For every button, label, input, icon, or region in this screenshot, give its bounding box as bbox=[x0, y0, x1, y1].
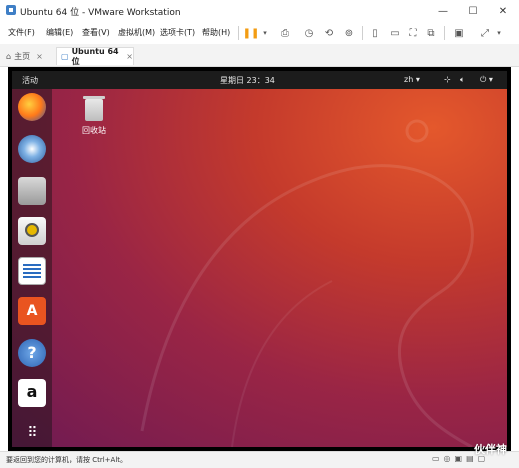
snapshot-manager-icon[interactable]: ⊚ bbox=[342, 26, 356, 40]
vm-icon: ▢ bbox=[61, 52, 69, 61]
ubuntu-dock: A ? a ⠿ bbox=[12, 89, 52, 447]
power-menu[interactable]: ⏻ ▾ bbox=[480, 75, 493, 85]
gnome-top-bar: 活动 星期日 23：34 zh ▾ ⊹ 🔈︎ ⏻ ▾ bbox=[12, 71, 507, 89]
amazon-icon[interactable]: a bbox=[18, 379, 46, 407]
home-icon: ⌂ bbox=[6, 51, 12, 61]
pause-icon[interactable]: ❚❚ bbox=[243, 26, 260, 40]
tab-ubuntu-label: Ubuntu 64 位 bbox=[71, 46, 119, 66]
close-icon[interactable]: × bbox=[126, 52, 133, 61]
stretch-view-icon[interactable]: ⤢ bbox=[478, 26, 492, 40]
maximize-button[interactable]: ☐ bbox=[458, 2, 488, 20]
status-message: 要返回到您的计算机，请按 Ctrl+Alt。 bbox=[6, 456, 128, 464]
title-bar: Ubuntu 64 位 - VMware Workstation — ☐ ✕ bbox=[0, 0, 519, 23]
menu-file[interactable]: 文件(F) bbox=[8, 27, 35, 38]
tab-bar: ⌂ 主页 × ▢ Ubuntu 64 位 × bbox=[0, 44, 519, 67]
menu-tabs[interactable]: 选项卡(T) bbox=[160, 27, 195, 38]
snapshot-icon[interactable]: ◷ bbox=[302, 26, 316, 40]
fullscreen-icon[interactable]: ⛶ bbox=[406, 26, 420, 40]
toolbar-separator bbox=[362, 26, 363, 40]
unity-icon[interactable]: ⧉ bbox=[424, 26, 438, 40]
menu-edit[interactable]: 编辑(E) bbox=[46, 27, 73, 38]
close-icon[interactable]: × bbox=[36, 52, 43, 61]
help-icon[interactable]: ? bbox=[18, 339, 46, 367]
window-title: Ubuntu 64 位 - VMware Workstation bbox=[20, 8, 181, 18]
sidebar-toggle-icon[interactable]: ▯ bbox=[368, 26, 382, 40]
send-ctrl-alt-del-icon[interactable]: ⎙ bbox=[278, 26, 292, 40]
show-applications-icon[interactable]: ⠿ bbox=[18, 419, 46, 447]
status-bar: 要返回到您的计算机，请按 Ctrl+Alt。 ▭◎▣▤▢ bbox=[0, 451, 519, 468]
menu-bar: 文件(F) 编辑(E) 查看(V) 虚拟机(M) 选项卡(T) 帮助(H) ❚❚… bbox=[0, 22, 519, 44]
language-indicator[interactable]: zh ▾ bbox=[404, 75, 420, 84]
files-icon[interactable] bbox=[18, 177, 46, 205]
vmware-app-icon bbox=[6, 5, 16, 15]
trash-icon bbox=[83, 96, 105, 121]
toolbar-separator bbox=[238, 26, 239, 40]
menu-vm[interactable]: 虚拟机(M) bbox=[118, 27, 155, 38]
firefox-icon[interactable] bbox=[18, 93, 46, 121]
thunderbird-icon[interactable] bbox=[18, 135, 46, 163]
menu-view[interactable]: 查看(V) bbox=[82, 27, 110, 38]
volume-icon[interactable]: 🔈︎ bbox=[460, 75, 465, 85]
close-button[interactable]: ✕ bbox=[488, 2, 518, 20]
vm-console[interactable]: 活动 星期日 23：34 zh ▾ ⊹ 🔈︎ ⏻ ▾ A ? a ⠿ 回收站 bbox=[8, 67, 511, 451]
thumbnail-bar-icon[interactable]: ▭ bbox=[388, 26, 402, 40]
trash-desktop-item[interactable]: 回收站 bbox=[74, 96, 114, 136]
tab-ubuntu[interactable]: ▢ Ubuntu 64 位 × bbox=[56, 46, 134, 66]
activities-button[interactable]: 活动 bbox=[22, 75, 38, 86]
clock[interactable]: 星期日 23：34 bbox=[220, 75, 275, 86]
pause-dropdown-icon[interactable]: ▾ bbox=[258, 26, 272, 40]
network-icon[interactable]: ⊹ bbox=[444, 75, 451, 84]
toolbar-separator bbox=[444, 26, 445, 40]
minimize-button[interactable]: — bbox=[428, 2, 458, 20]
tab-home-label: 主页 bbox=[14, 51, 31, 61]
libreoffice-writer-icon[interactable] bbox=[18, 257, 46, 285]
ubuntu-desktop[interactable]: 活动 星期日 23：34 zh ▾ ⊹ 🔈︎ ⏻ ▾ A ? a ⠿ 回收站 bbox=[12, 71, 507, 447]
ubuntu-software-icon[interactable]: A bbox=[18, 297, 46, 325]
console-view-icon[interactable]: ▣ bbox=[452, 26, 466, 40]
trash-label: 回收站 bbox=[82, 126, 106, 135]
revert-snapshot-icon[interactable]: ⟲ bbox=[322, 26, 336, 40]
view-dropdown-icon[interactable]: ▾ bbox=[492, 26, 506, 40]
watermark-text: 伙伴神 bbox=[474, 443, 507, 456]
tab-home[interactable]: ⌂ 主页 × bbox=[6, 47, 50, 65]
rhythmbox-icon[interactable] bbox=[18, 217, 46, 245]
menu-help[interactable]: 帮助(H) bbox=[202, 27, 230, 38]
